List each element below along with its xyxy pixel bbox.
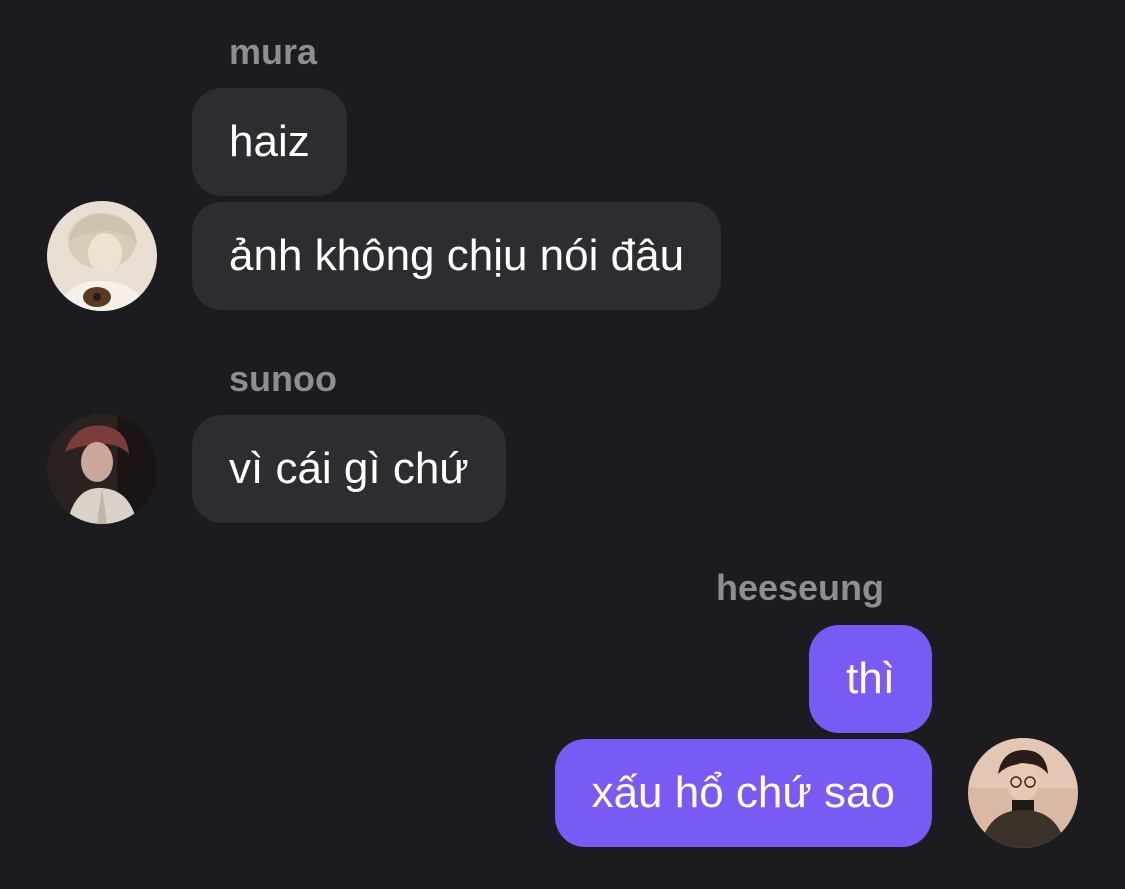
- message-bubble-outgoing[interactable]: xấu hổ chứ sao: [554, 739, 932, 847]
- sender-name-mura: mura: [229, 31, 318, 72]
- message-bubble-outgoing[interactable]: thì: [809, 625, 932, 733]
- sender-name-sunoo: sunoo: [229, 358, 337, 399]
- message-bubble[interactable]: ảnh không chịu nói đâu: [192, 202, 722, 310]
- avatar-heeseung[interactable]: [968, 738, 1078, 848]
- message-bubble[interactable]: haiz: [192, 88, 347, 196]
- avatar-sunoo[interactable]: [47, 414, 157, 524]
- avatar-photo-sunoo: [47, 414, 157, 524]
- message-bubble[interactable]: vì cái gì chứ: [192, 415, 506, 523]
- sender-name-heeseung: heeseung: [715, 567, 884, 608]
- avatar-photo-mura: [47, 201, 157, 311]
- avatar-mura[interactable]: [47, 201, 157, 311]
- avatar-photo-heeseung: [968, 738, 1078, 848]
